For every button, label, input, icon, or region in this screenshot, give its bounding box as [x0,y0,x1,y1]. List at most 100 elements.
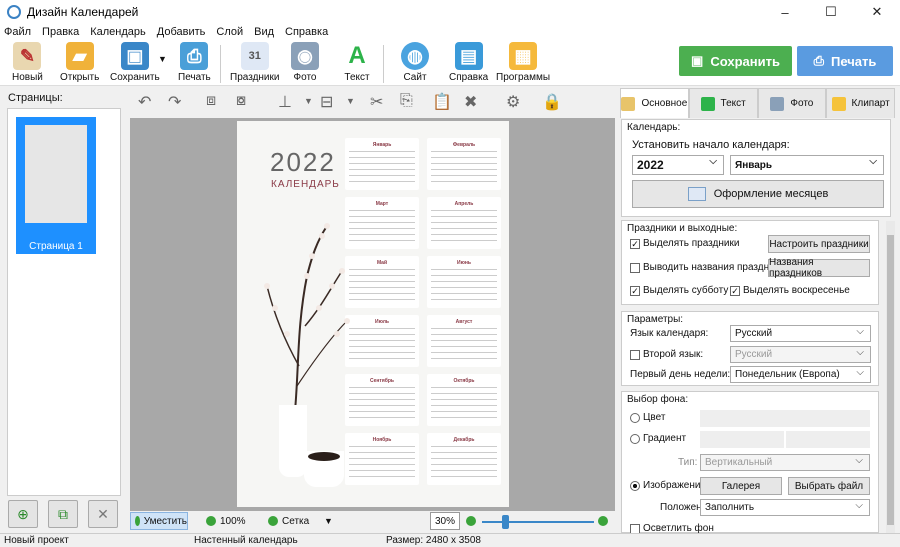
paste-icon[interactable]: 📋 [432,92,452,112]
month-select[interactable]: Январь [730,155,884,175]
gradient-type-label: Тип: [678,457,698,468]
status-size: Размер: 2480 x 3508 [386,535,481,546]
properties-icon[interactable]: ⚙ [506,92,520,112]
gallery-button[interactable]: Галерея [700,477,782,495]
print-big-button[interactable]: ⎙ Печать [797,46,893,76]
site-button[interactable]: ◍ Сайт [401,42,429,83]
tab-photo[interactable]: Фото [757,88,827,118]
second-language-checkbox[interactable]: Второй язык: [630,349,703,360]
main-toolbar: ✎ Новый ▰ Открыть ▣ Сохранить ▼ ⎙ Печать… [0,40,900,86]
fit-button[interactable]: Уместить [130,512,188,530]
menu-add[interactable]: Добавить [157,26,206,38]
save-dropdown-chevron-icon[interactable]: ▼ [158,54,167,64]
text-button[interactable]: A Текст [343,42,371,83]
delete-page-button[interactable]: ✕ [88,500,118,528]
bg-color-radio[interactable]: Цвет [630,412,665,423]
distribute-icon[interactable]: ⊟ [320,92,333,112]
choose-file-button[interactable]: Выбрать файл [788,477,870,495]
gradient-color-1[interactable] [700,431,784,448]
bg-image-radio[interactable]: Изображение [630,480,706,491]
delete-icon[interactable]: ✖ [464,92,477,112]
month-block[interactable]: Июнь [427,256,501,308]
month-block[interactable]: Декабрь [427,433,501,485]
month-block[interactable]: Август [427,315,501,367]
save-button[interactable]: ▣ Сохранить [110,42,160,83]
print-button[interactable]: ⎙ Печать [178,42,211,83]
close-button[interactable]: ✕ [854,0,900,24]
highlight-holidays-checkbox[interactable]: ✓ Выделять праздники [630,238,739,249]
menu-calendar[interactable]: Календарь [90,26,146,38]
scrollbar-thumb[interactable] [887,235,894,525]
tab-text[interactable]: Текст [688,88,758,118]
add-page-icon: ⊕ [17,505,29,522]
zoom-100-button[interactable]: 100% [206,512,246,530]
distribute-dropdown-chevron-icon[interactable]: ▼ [346,96,355,106]
highlight-sunday-checkbox[interactable]: ✓ Выделять воскресенье [730,285,850,296]
duplicate-page-button[interactable]: ⧉ [48,500,78,528]
calendar-poster[interactable]: 2022 КАЛЕНДАРЬ Январь Февраль Март Апрел… [237,121,509,507]
highlight-saturday-checkbox[interactable]: ✓ Выделять субботу [630,285,728,296]
align-dropdown-chevron-icon[interactable]: ▼ [304,96,313,106]
zoom-icon [206,516,216,526]
undo-icon[interactable]: ↶ [138,92,151,112]
photo-button[interactable]: ◉ Фото [291,42,319,83]
month-block[interactable]: Октябрь [427,374,501,426]
grid-button[interactable]: Сетка [268,512,309,530]
month-block[interactable]: Февраль [427,138,501,190]
new-button[interactable]: ✎ Новый [12,42,43,83]
copy-icon[interactable]: ⎘ [400,92,413,110]
cut-icon[interactable]: ✂ [370,92,383,112]
open-button[interactable]: ▰ Открыть [60,42,99,83]
menu-edit[interactable]: Правка [42,26,79,38]
gradient-type-select[interactable]: Вертикальный [700,454,870,471]
properties-scrollbar[interactable] [886,221,895,533]
language-select[interactable]: Русский [730,325,871,342]
month-block[interactable]: Апрель [427,197,501,249]
first-day-select[interactable]: Понедельник (Европа) [730,366,871,383]
menu-file[interactable]: Файл [4,26,31,38]
redo-icon[interactable]: ↷ [168,92,181,112]
design-canvas[interactable]: 2022 КАЛЕНДАРЬ Январь Февраль Март Апрел… [130,118,615,511]
tab-clipart[interactable]: Клипарт [826,88,895,118]
bring-forward-icon[interactable]: ⧈ [206,92,216,110]
month-block[interactable]: Ноябрь [345,433,419,485]
month-design-button[interactable]: Оформление месяцев [632,180,884,208]
flower-branch-image [264,223,350,412]
help-button[interactable]: ▤ Справка [449,42,488,83]
lock-icon[interactable]: 🔒 [542,92,562,112]
bg-gradient-radio[interactable]: Градиент [630,433,686,444]
zoom-slider[interactable] [482,521,594,523]
setup-holidays-button[interactable]: Настроить праздники [768,235,870,253]
duplicate-icon: ⧉ [58,505,68,522]
first-day-label: Первый день недели: [630,369,731,380]
menu-help[interactable]: Справка [285,26,328,38]
tab-main[interactable]: Основное [620,88,689,118]
position-select[interactable]: Заполнить [700,499,870,516]
align-icon[interactable]: ⊥ [278,92,292,112]
bg-color-swatch[interactable] [700,410,870,427]
second-language-select[interactable]: Русский [730,346,871,363]
title-bar: Дизайн Календарей – ☐ ✕ [0,0,900,24]
zoom-slider-handle[interactable] [502,515,509,529]
holidays-button[interactable]: 31 Праздники [230,42,279,83]
gradient-color-2[interactable] [786,431,870,448]
calendar-icon [687,187,706,201]
maximize-button[interactable]: ☐ [808,0,854,24]
show-holiday-names-checkbox[interactable]: Выводить названия праздников [630,262,790,273]
year-spinner[interactable]: 2022 [632,155,724,175]
grid-dropdown-chevron-icon[interactable]: ▼ [324,512,333,530]
programs-button[interactable]: ▦ Программы [496,42,550,83]
printer-icon: ⎙ [813,53,824,68]
zoom-in-icon[interactable] [598,512,612,530]
send-backward-icon[interactable]: ⧇ [236,92,246,110]
month-block[interactable]: Январь [345,138,419,190]
add-page-button[interactable]: ⊕ [8,500,38,528]
menu-view[interactable]: Вид [254,26,274,38]
page-thumbnail[interactable]: Страница 1 [16,117,96,254]
zoom-out-icon[interactable] [466,512,480,530]
save-big-button[interactable]: ▣ Сохранить [679,46,792,76]
menu-layer[interactable]: Слой [216,26,243,38]
holiday-names-button[interactable]: Названия праздников [768,257,870,279]
zoom-value[interactable]: 30% [430,512,460,530]
minimize-button[interactable]: – [762,0,808,24]
